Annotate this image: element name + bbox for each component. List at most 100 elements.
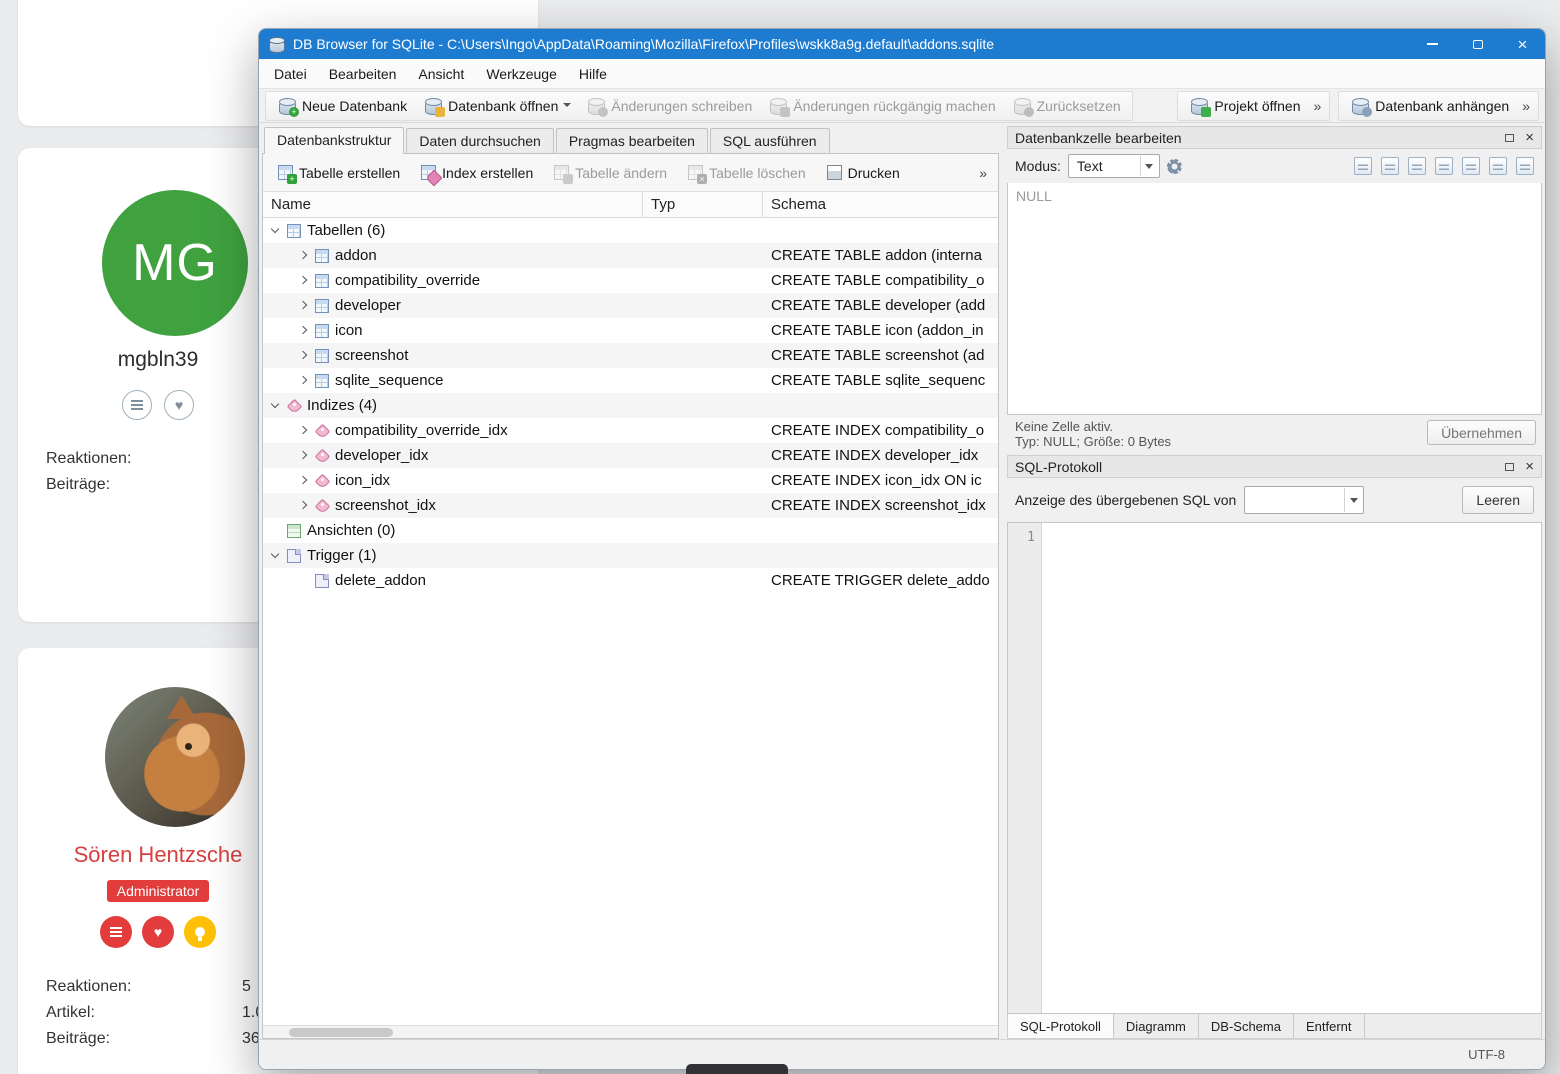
tree-row[interactable]: compatibility_override_idx CREATE INDEX … [263, 418, 998, 443]
open-project-button[interactable]: Projekt öffnen [1181, 93, 1308, 119]
expand-chevron-icon[interactable] [297, 274, 311, 288]
dock-tab[interactable]: Diagramm [1114, 1014, 1199, 1038]
expand-chevron-icon[interactable] [297, 474, 311, 488]
encoding-indicator[interactable]: UTF-8 [1468, 1047, 1505, 1062]
sql-source-combobox[interactable] [1244, 486, 1364, 514]
float-dock-icon[interactable] [1505, 134, 1514, 142]
dock-tab[interactable]: DB-Schema [1199, 1014, 1294, 1038]
tab[interactable]: Datenbankstruktur [264, 127, 404, 154]
expand-chevron-icon[interactable] [297, 349, 311, 363]
tree-row[interactable]: compatibility_override CREATE TABLE comp… [263, 268, 998, 293]
tree-row[interactable]: Tabellen (6) [263, 218, 998, 243]
menu-item[interactable]: Werkzeuge [475, 61, 568, 87]
expand-chevron-icon[interactable] [297, 324, 311, 338]
tree-row[interactable]: screenshot_idx CREATE INDEX screenshot_i… [263, 493, 998, 518]
set-null-icon[interactable] [1489, 157, 1507, 175]
expand-chevron-icon[interactable] [297, 249, 311, 263]
overflow-chevron[interactable]: » [974, 165, 992, 181]
close-button[interactable]: × [1500, 29, 1545, 59]
column-header-name[interactable]: Name [263, 192, 643, 217]
avatar-mgbln39[interactable]: MG [102, 190, 248, 336]
expand-chevron-icon[interactable] [297, 299, 311, 313]
tree-row[interactable]: icon_idx CREATE INDEX icon_idx ON ic [263, 468, 998, 493]
menu-item[interactable]: Datei [263, 61, 318, 87]
cell-editor-textarea[interactable]: NULL [1007, 183, 1542, 415]
expand-chevron-icon[interactable] [297, 374, 311, 388]
close-dock-icon[interactable]: × [1525, 130, 1534, 145]
dock-tab[interactable]: Entfernt [1294, 1014, 1365, 1038]
overflow-chevron[interactable]: » [1309, 98, 1327, 114]
structure-toolbar-button[interactable]: Drucken [818, 159, 908, 187]
open-file-icon[interactable] [1435, 157, 1453, 175]
tree-row[interactable]: icon CREATE TABLE icon (addon_in [263, 318, 998, 343]
overflow-chevron[interactable]: » [1517, 98, 1535, 114]
expand-chevron-icon[interactable] [269, 224, 283, 238]
toolbar-button[interactable]: Datenbank öffnen [415, 93, 578, 119]
export-text-icon[interactable] [1381, 157, 1399, 175]
cell-editor-dock-titlebar[interactable]: Datenbankzelle bearbeiten × [1007, 126, 1542, 149]
structure-toolbar-button[interactable]: Tabelle löschen [679, 159, 814, 187]
expand-chevron-icon[interactable] [269, 524, 283, 538]
toolbar-button[interactable]: Zurücksetzen [1004, 93, 1129, 119]
expand-chevron-icon[interactable] [297, 424, 311, 438]
tree-row[interactable]: Indizes (4) [263, 393, 998, 418]
reactions-button[interactable]: ♥ [164, 390, 194, 420]
toolbar-button[interactable]: Neue Datenbank [269, 93, 415, 119]
taskbar-fragment[interactable] [686, 1064, 788, 1074]
tree-row[interactable]: screenshot CREATE TABLE screenshot (ad [263, 343, 998, 368]
tree-row[interactable]: Ansichten (0) [263, 518, 998, 543]
settings-gear-icon[interactable] [1167, 159, 1182, 174]
expand-chevron-icon[interactable] [269, 399, 283, 413]
expand-chevron-icon[interactable] [297, 574, 311, 588]
column-header-schema[interactable]: Schema [763, 192, 998, 217]
menu-item[interactable]: Bearbeiten [318, 61, 408, 87]
pane-splitter[interactable] [999, 126, 1007, 1039]
sql-log-view[interactable]: 1 [1007, 522, 1542, 1014]
horizontal-scrollbar[interactable] [263, 1025, 998, 1038]
posts-badge[interactable] [100, 916, 132, 948]
tab[interactable]: Daten durchsuchen [406, 128, 553, 153]
import-text-icon[interactable] [1354, 157, 1372, 175]
tree-row[interactable]: addon CREATE TABLE addon (interna [263, 243, 998, 268]
sql-log-content[interactable] [1042, 523, 1541, 1013]
sql-log-dock-titlebar[interactable]: SQL-Protokoll × [1007, 455, 1542, 478]
tree-row[interactable]: developer_idx CREATE INDEX developer_idx [263, 443, 998, 468]
ideas-badge[interactable] [184, 916, 216, 948]
structure-toolbar-button[interactable]: Tabelle erstellen [269, 159, 408, 187]
reactions-badge[interactable]: ♥ [142, 916, 174, 948]
menu-item[interactable]: Ansicht [407, 61, 475, 87]
username-link[interactable]: Sören Hentzsche [18, 842, 298, 868]
image-icon[interactable] [1408, 157, 1426, 175]
expand-chevron-icon[interactable] [297, 499, 311, 513]
close-dock-icon[interactable]: × [1525, 459, 1534, 474]
column-header-typ[interactable]: Typ [643, 192, 763, 217]
structure-toolbar-button[interactable]: Tabelle ändern [545, 159, 675, 187]
titlebar[interactable]: DB Browser for SQLite - C:\Users\Ingo\Ap… [259, 29, 1545, 59]
tab[interactable]: Pragmas bearbeiten [556, 128, 708, 153]
expand-chevron-icon[interactable] [297, 449, 311, 463]
mode-combobox[interactable]: Text [1068, 154, 1160, 178]
posts-button[interactable] [122, 390, 152, 420]
avatar-photo[interactable] [105, 687, 245, 827]
attach-database-button[interactable]: Datenbank anhängen [1342, 93, 1517, 119]
dock-tab[interactable]: SQL-Protokoll [1008, 1014, 1114, 1038]
structure-toolbar-button[interactable]: Index erstellen [412, 159, 541, 187]
minimize-button[interactable] [1410, 29, 1455, 59]
tree-row[interactable]: developer CREATE TABLE developer (add [263, 293, 998, 318]
scrollbar-thumb[interactable] [289, 1028, 393, 1037]
tree-row[interactable]: sqlite_sequence CREATE TABLE sqlite_sequ… [263, 368, 998, 393]
tree-row[interactable]: delete_addon CREATE TRIGGER delete_addo [263, 568, 998, 593]
float-dock-icon[interactable] [1505, 463, 1514, 471]
username-link[interactable]: mgbln39 [18, 348, 298, 372]
tab[interactable]: SQL ausführen [710, 128, 830, 153]
clear-button[interactable]: Leeren [1462, 486, 1534, 514]
maximize-button[interactable] [1455, 29, 1500, 59]
print-cell-icon[interactable] [1516, 157, 1534, 175]
tree-row[interactable]: Trigger (1) [263, 543, 998, 568]
apply-button[interactable]: Übernehmen [1427, 420, 1536, 445]
menu-item[interactable]: Hilfe [568, 61, 618, 87]
expand-chevron-icon[interactable] [269, 549, 283, 563]
save-file-icon[interactable] [1462, 157, 1480, 175]
toolbar-button[interactable]: Änderungen schreiben [578, 93, 760, 119]
toolbar-button[interactable]: Änderungen rückgängig machen [760, 93, 1003, 119]
